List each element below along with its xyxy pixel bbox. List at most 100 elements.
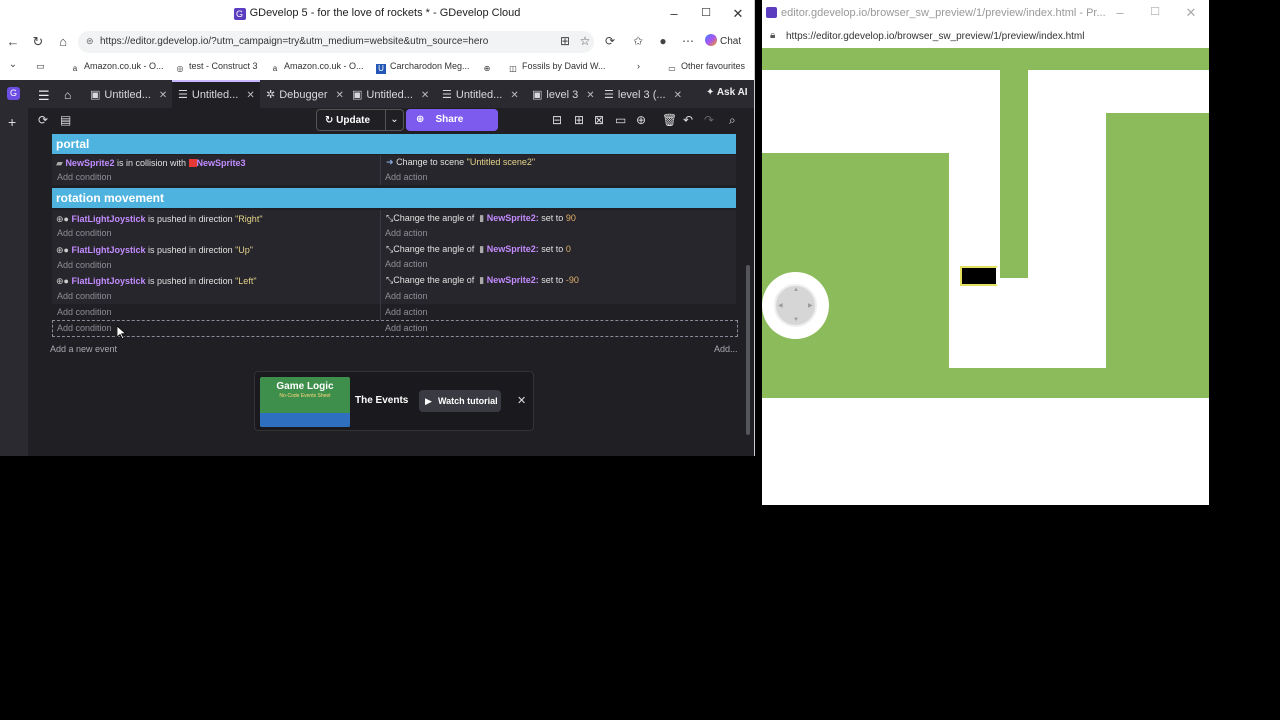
tab-close-icon[interactable]: ✕ [510, 90, 518, 101]
bookmark-6[interactable]: ◫ Fossils by David W... [508, 61, 605, 74]
bookmark-1[interactable]: a Amazon.co.uk - O... [70, 61, 164, 74]
amazon-icon: a [272, 64, 278, 73]
preview-settings-icon[interactable]: ⟳ [38, 113, 48, 127]
action-angle-90[interactable]: ⤡Change the angle of ▮ NewSprite2: set t… [386, 213, 576, 224]
delete-icon[interactable]: 🗑 [662, 113, 677, 127]
minimize-icon[interactable]: – [666, 6, 682, 21]
maximize-icon[interactable]: ☐ [698, 6, 714, 19]
fossils-icon: ◫ [509, 64, 517, 73]
add-condition-link[interactable]: Add condition [57, 228, 112, 238]
add-more-icon[interactable]: ⊕ [636, 113, 646, 127]
add-menu-link[interactable]: Add... [714, 344, 738, 354]
condition-joystick-up[interactable]: ⊕● FlatLightJoystick is pushed in direct… [56, 245, 253, 256]
save-icon[interactable]: ▤ [60, 113, 71, 127]
tab-close-icon[interactable]: ✕ [159, 90, 167, 101]
redo-icon[interactable]: ↷ [704, 113, 714, 127]
game-canvas[interactable]: ▲ ▼ ◀ ▶ [762, 48, 1209, 505]
gdevelop-logo-icon[interactable]: G [7, 87, 20, 100]
close-icon[interactable]: ✕ [1183, 5, 1199, 21]
add-action-link[interactable]: Add action [385, 307, 428, 317]
thumbnail-ground [260, 413, 350, 427]
add-condition-link[interactable]: Add condition [57, 172, 112, 182]
update-button[interactable]: ↻ Update ⌄ [316, 109, 404, 131]
bookmark-other[interactable]: ▭ Other favourites [667, 61, 745, 74]
reload-icon[interactable]: ↻ [30, 34, 46, 50]
add-group-icon[interactable]: ⊠ [594, 113, 604, 127]
add-condition-link[interactable]: Add condition [57, 291, 112, 301]
search-icon[interactable]: ⌕ [729, 113, 736, 128]
tutorial-thumbnail[interactable]: Game Logic No-Code Events Sheet [260, 377, 350, 427]
bookmark-3[interactable]: a Amazon.co.uk - O... [270, 61, 364, 74]
condition-joystick-right[interactable]: ⊕● FlatLightJoystick is pushed in direct… [56, 214, 263, 225]
tab-close-icon[interactable]: ✕ [586, 90, 594, 101]
favorites-icon[interactable]: ✩ [630, 34, 646, 48]
chevron-down-icon[interactable]: ⌄ [5, 59, 21, 70]
tab-5[interactable]: ▣ level 3 ✕ [532, 80, 595, 108]
action-angle-minus-90[interactable]: ⤡Change the angle of ▮ NewSprite2: set t… [386, 275, 579, 286]
tab-3[interactable]: ▣ Untitled... ✕ [352, 80, 429, 108]
tab-1[interactable]: ☰ Untitled... ✕ [172, 80, 260, 108]
tab-close-icon[interactable]: ✕ [336, 90, 344, 101]
back-icon[interactable]: ← [5, 34, 21, 49]
condition-collision[interactable]: ▰ NewSprite2 is in collision with NewSpr… [56, 158, 246, 169]
left-rail: G + [0, 80, 28, 456]
add-new-event-link[interactable]: Add a new event [50, 344, 117, 354]
bookmark-5[interactable]: ⊕ [482, 61, 496, 74]
apps-icon[interactable]: ⊞ [557, 34, 573, 48]
add-icon[interactable]: + [8, 114, 16, 130]
ask-ai-button[interactable]: ✦ Ask AI [706, 87, 748, 98]
add-action-link[interactable]: Add action [385, 172, 428, 182]
chevron-down-icon[interactable]: ⌄ [385, 110, 403, 130]
amazon-icon: a [72, 64, 78, 73]
add-action-link[interactable]: Add action [385, 259, 428, 269]
bookmark-2[interactable]: ◎ test - Construct 3 [175, 61, 258, 74]
add-action-link[interactable]: Add action [385, 228, 428, 238]
bookmark-reading-icon[interactable]: ▭ [36, 61, 45, 72]
tab-close-icon[interactable]: ✕ [246, 90, 254, 101]
tab-0[interactable]: ▣ Untitled... ✕ [90, 80, 167, 108]
add-condition-link[interactable]: Add condition [57, 307, 112, 317]
undo-icon[interactable]: ↶ [683, 113, 693, 127]
share-button[interactable]: ⊕ Share [406, 109, 498, 131]
bookmarks-more-icon[interactable]: › [637, 61, 640, 71]
joystick-thumb[interactable]: ▲ ▼ ◀ ▶ [774, 284, 817, 327]
add-action-link[interactable]: Add action [385, 291, 428, 301]
refresh-extension-icon[interactable]: ⟳ [602, 34, 618, 48]
site-info-icon[interactable]: ⊜ [86, 36, 94, 47]
group-portal[interactable]: portal [52, 134, 736, 154]
address-bar[interactable]: ⊜ https://editor.gdevelop.io/?utm_campai… [78, 31, 594, 53]
action-change-scene[interactable]: ➜ Change to scene "Untitled scene2" [386, 157, 535, 168]
tab-4[interactable]: ☰ Untitled... ✕ [442, 80, 519, 108]
home-icon[interactable]: ⌂ [64, 88, 71, 102]
home-icon[interactable]: ⌂ [55, 34, 71, 49]
condition-joystick-left[interactable]: ⊕● FlatLightJoystick is pushed in direct… [56, 276, 257, 287]
close-icon[interactable]: ✕ [730, 6, 746, 22]
copilot-chat-button[interactable]: Chat [705, 34, 741, 47]
events-icon: ☰ [442, 89, 452, 101]
debugger-icon: ✲ [266, 89, 276, 101]
sprite-icon: ▮ [479, 213, 485, 223]
watch-tutorial-button[interactable]: ▶ Watch tutorial [419, 390, 501, 412]
maximize-icon[interactable]: ☐ [1147, 5, 1163, 18]
tab-close-icon[interactable]: ✕ [421, 90, 429, 101]
add-condition-link[interactable]: Add condition [57, 260, 112, 270]
scrollbar[interactable] [746, 265, 750, 435]
add-event-icon[interactable]: ⊟ [552, 113, 562, 127]
globe-icon: ⊕ [416, 114, 425, 125]
tab-close-icon[interactable]: ✕ [674, 90, 682, 101]
menu-icon[interactable]: ☰ [38, 88, 50, 104]
profile-icon[interactable]: ● [655, 34, 671, 48]
preview-window: editor.gdevelop.io/browser_sw_preview/1/… [762, 0, 1209, 505]
more-menu-icon[interactable]: ⋯ [680, 34, 696, 48]
tab-6[interactable]: ☰ level 3 (... ✕ [604, 80, 682, 108]
action-angle-0[interactable]: ⤡Change the angle of ▮ NewSprite2: set t… [386, 244, 571, 255]
tab-2[interactable]: ✲ Debugger ✕ [266, 80, 344, 108]
bookmark-4[interactable]: U Carcharodon Meg... [376, 61, 470, 74]
minimize-icon[interactable]: – [1112, 5, 1128, 20]
add-subevent-icon[interactable]: ⊞ [574, 113, 584, 127]
scene-arrow-icon: ➜ [386, 157, 394, 167]
close-tip-icon[interactable]: ✕ [517, 394, 526, 407]
favorite-star-icon[interactable]: ☆ [577, 34, 593, 48]
add-comment-icon[interactable]: ▭ [615, 113, 626, 127]
group-rotation-movement[interactable]: rotation movement [52, 188, 736, 208]
